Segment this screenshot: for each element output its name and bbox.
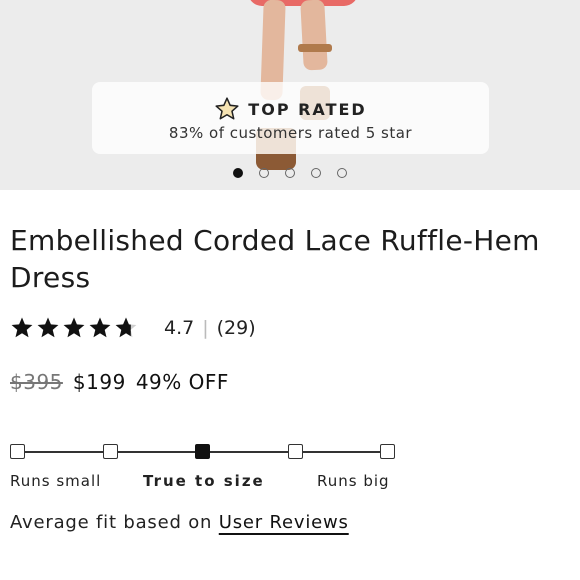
fit-summary: Average fit based on User Reviews — [10, 512, 349, 533]
fit-label-big: Runs big — [317, 472, 390, 490]
star-icon — [63, 317, 85, 338]
product-image[interactable]: TOP RATED 83% of customers rated 5 star — [0, 0, 580, 190]
fit-scale: Runs small True to size Runs big — [10, 444, 395, 504]
fit-scale-option — [287, 444, 303, 459]
badge-title: TOP RATED — [248, 99, 367, 119]
fit-summary-text: Average fit based on — [10, 512, 213, 533]
top-rated-badge: TOP RATED 83% of customers rated 5 star — [92, 82, 489, 154]
carousel-dot[interactable] — [337, 168, 347, 178]
star-icon — [11, 317, 33, 338]
discount-badge: 49% OFF — [135, 370, 229, 394]
star-icon — [89, 317, 111, 338]
fit-label-small: Runs small — [10, 472, 102, 490]
fit-scale-option — [10, 444, 25, 459]
carousel-dots — [0, 168, 580, 178]
rating-value: 4.7 — [164, 317, 195, 339]
sale-price: $199 — [72, 370, 126, 394]
original-price: $395 — [10, 370, 63, 394]
price-row: $395 $199 49% OFF — [10, 370, 229, 394]
review-count[interactable]: (29) — [217, 317, 256, 339]
fit-label-true: True to size — [143, 472, 265, 490]
star-outline-icon — [215, 97, 239, 120]
carousel-dot[interactable] — [259, 168, 269, 178]
rating-separator: | — [202, 317, 209, 339]
badge-subtitle: 83% of customers rated 5 star — [168, 124, 413, 142]
fit-scale-option — [380, 444, 395, 459]
product-title: Embellished Corded Lace Ruffle-Hem Dress — [10, 224, 540, 294]
carousel-dot[interactable] — [285, 168, 295, 178]
star-icon — [37, 317, 59, 338]
carousel-dot[interactable] — [233, 168, 243, 178]
fit-scale-option — [195, 444, 210, 459]
star-rating — [10, 316, 138, 340]
rating-summary[interactable]: 4.7 | (29) — [10, 316, 256, 340]
user-reviews-link[interactable]: User Reviews — [219, 512, 349, 533]
star-icon — [115, 317, 137, 338]
fit-scale-option — [102, 444, 118, 459]
carousel-dot[interactable] — [311, 168, 321, 178]
